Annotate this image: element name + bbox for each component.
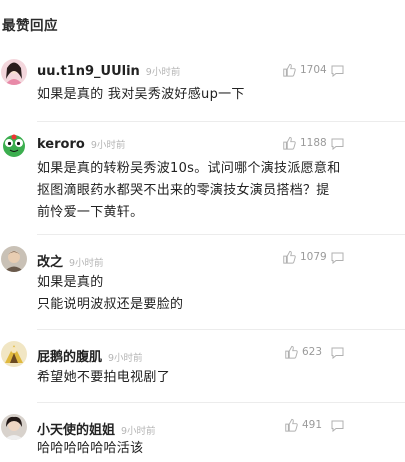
comment-text: 如果是真的 只能说明波叔还是要脸的: [37, 272, 367, 316]
thumbs-up-icon: [285, 345, 298, 359]
like-count: 1188: [300, 137, 327, 149]
like-count: 1704: [300, 64, 327, 76]
divider: [37, 402, 405, 403]
comment-line: 希望她不要拍电视剧了: [37, 370, 171, 385]
timestamp: 9小时前: [69, 258, 104, 269]
thumbs-up-icon: [283, 250, 296, 264]
username[interactable]: keroro 9小时前: [37, 137, 125, 152]
reply-icon[interactable]: [331, 347, 344, 359]
comment-line: 如果是真的转粉吴秀波10s。试问哪个演技派愿意和: [37, 161, 341, 176]
comment-line: 抠图滴眼药水都哭不出来的零演技女演员搭档？提: [37, 183, 330, 198]
reply-icon[interactable]: [331, 252, 344, 264]
timestamp: 9小时前: [90, 140, 126, 151]
comment-line: 前怜爱一下黄轩。: [37, 205, 144, 220]
comment-line: 如果是真的: [37, 275, 104, 290]
avatar[interactable]: [1, 414, 27, 440]
like-button[interactable]: 1704: [282, 63, 327, 77]
avatar[interactable]: [1, 132, 27, 158]
section-title: 最赞回应: [2, 18, 58, 34]
like-button[interactable]: 1188: [282, 136, 327, 150]
username[interactable]: 小天使的姐姐 9小时前: [37, 419, 156, 438]
divider: [37, 234, 405, 235]
timestamp: 9小时前: [121, 426, 156, 437]
comment-text: 如果是真的转粉吴秀波10s。试问哪个演技派愿意和 抠图滴眼药水都哭不出来的零演技…: [37, 158, 367, 224]
like-button[interactable]: 1079: [282, 250, 327, 264]
like-button[interactable]: 623: [284, 345, 322, 359]
username[interactable]: 改之 9小时前: [37, 251, 104, 270]
thumbs-up-icon: [285, 418, 298, 432]
comments-page: 最赞回应 uu.t1n9_UUlin 9小时前 1704 如果是真的 我对吴秀波好…: [0, 0, 405, 462]
divider: [37, 329, 405, 330]
divider: [37, 121, 405, 122]
reply-icon[interactable]: [331, 65, 344, 77]
avatar[interactable]: [1, 341, 27, 367]
comment-text: 如果是真的 我对吴秀波好感up一下: [37, 84, 367, 106]
timestamp: 9小时前: [145, 67, 181, 78]
timestamp: 9小时前: [108, 353, 143, 364]
comment-text: 希望她不要拍电视剧了: [37, 367, 367, 389]
avatar[interactable]: [1, 246, 27, 272]
reply-icon[interactable]: [331, 420, 344, 432]
comment-line: 只能说明波叔还是要脸的: [37, 297, 184, 312]
avatar[interactable]: [1, 59, 27, 85]
like-button[interactable]: 491: [284, 418, 322, 432]
like-count: 1079: [300, 251, 327, 263]
username[interactable]: uu.t1n9_UUlin 9小时前: [37, 64, 180, 79]
thumbs-up-icon: [283, 63, 296, 77]
like-count: 623: [302, 346, 323, 358]
reply-icon[interactable]: [331, 138, 344, 150]
thumbs-up-icon: [283, 136, 296, 150]
comment-line: 哈哈哈哈哈哈活该: [37, 441, 144, 456]
username[interactable]: 屁鹅的腹肌 9小时前: [37, 346, 143, 365]
comment-line: 如果是真的 我对吴秀波好感up一下: [37, 87, 245, 102]
like-count: 491: [302, 419, 323, 431]
comment-text: 哈哈哈哈哈哈活该: [37, 438, 367, 460]
